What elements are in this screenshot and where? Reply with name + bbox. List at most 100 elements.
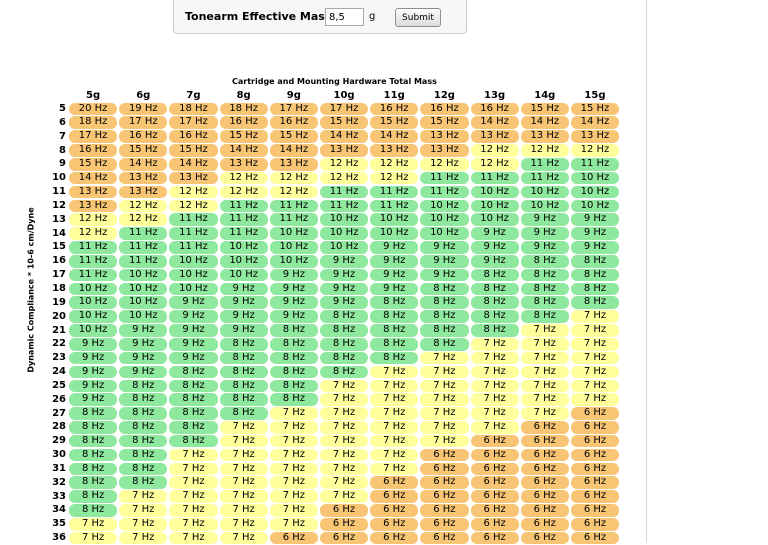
table-cell: 8 Hz (68, 476, 118, 490)
table-cell: 18 Hz (219, 102, 269, 116)
table-cell: 8 Hz (68, 448, 118, 462)
table-cell: 20 Hz (68, 102, 118, 116)
frequency-value: 10 Hz (69, 296, 118, 310)
table-cell: 16 Hz (369, 102, 419, 116)
frequency-value: 6 Hz (420, 462, 469, 476)
frequency-value: 9 Hz (219, 296, 268, 310)
frequency-value: 8 Hz (269, 379, 318, 393)
table-cell: 8 Hz (570, 282, 620, 296)
submit-button[interactable]: Submit (395, 8, 441, 27)
frequency-value: 14 Hz (520, 116, 569, 130)
frequency-value: 7 Hz (169, 462, 218, 476)
row-header: 23 (52, 352, 66, 364)
table-cell: 6 Hz (369, 517, 419, 531)
table-cell: 10 Hz (369, 213, 419, 227)
frequency-value: 9 Hz (470, 254, 519, 268)
frequency-value: 8 Hz (69, 476, 118, 489)
frequency-value: 17 Hz (119, 116, 168, 130)
table-cell: 12 Hz (369, 157, 419, 171)
row-header: 25 (52, 379, 66, 391)
frequency-value: 8 Hz (69, 462, 118, 476)
frequency-value: 7 Hz (219, 421, 268, 434)
table-cell: 7 Hz (168, 517, 218, 531)
frequency-value: 11 Hz (169, 241, 218, 254)
column-header: 13g (484, 90, 506, 101)
table-cell: 14 Hz (269, 144, 319, 158)
table-cell: 8 Hz (419, 282, 469, 296)
frequency-value: 11 Hz (169, 213, 218, 226)
frequency-value: 11 Hz (370, 199, 419, 213)
table-cell: 6 Hz (470, 490, 520, 504)
row-header: 9 (59, 158, 66, 170)
table-cell: 7 Hz (570, 365, 620, 379)
frequency-value: 10 Hz (119, 268, 168, 282)
table-cell: 16 Hz (219, 116, 269, 130)
table-cell: 7 Hz (369, 365, 419, 379)
frequency-value: 9 Hz (520, 213, 569, 226)
frequency-value: 10 Hz (69, 310, 118, 323)
table-cell: 7 Hz (219, 476, 269, 490)
frequency-value: 7 Hz (269, 490, 318, 503)
tonearm-mass-input[interactable] (325, 8, 364, 26)
table-cell: 7 Hz (319, 434, 369, 448)
table-cell: 8 Hz (68, 407, 118, 421)
frequency-value: 9 Hz (119, 365, 168, 379)
table-cell: 8 Hz (168, 365, 218, 379)
frequency-value: 10 Hz (219, 268, 268, 282)
frequency-value: 6 Hz (470, 504, 519, 517)
table-cell: 16 Hz (168, 130, 218, 144)
frequency-value: 6 Hz (370, 490, 419, 503)
frequency-value: 11 Hz (269, 213, 318, 226)
table-cell: 14 Hz (570, 116, 620, 130)
frequency-value: 7 Hz (470, 351, 519, 365)
table-cell: 7 Hz (419, 407, 469, 421)
table-cell: 11 Hz (269, 199, 319, 213)
table-cell: 8 Hz (219, 337, 269, 351)
table-cell: 10 Hz (118, 296, 168, 310)
frequency-value: 8 Hz (269, 393, 318, 406)
frequency-value: 6 Hz (520, 462, 569, 476)
table-cell: 10 Hz (219, 254, 269, 268)
table-cell: 11 Hz (68, 240, 118, 254)
table-cell: 8 Hz (570, 296, 620, 310)
frequency-value: 9 Hz (370, 268, 419, 282)
table-cell: 7 Hz (118, 490, 168, 504)
table-cell: 7 Hz (419, 420, 469, 434)
table-cell: 12 Hz (168, 185, 218, 199)
frequency-value: 7 Hz (470, 421, 519, 434)
frequency-value: 6 Hz (520, 476, 569, 489)
table-cell: 8 Hz (269, 365, 319, 379)
frequency-value: 8 Hz (169, 434, 218, 448)
frequency-value: 8 Hz (219, 365, 268, 379)
table-cell: 9 Hz (470, 254, 520, 268)
frequency-value: 6 Hz (319, 504, 369, 517)
frequency-value: 9 Hz (269, 268, 318, 282)
frequency-value: 7 Hz (119, 490, 168, 503)
frequency-value: 6 Hz (570, 476, 620, 489)
frequency-value: 9 Hz (520, 227, 569, 240)
table-cell: 18 Hz (68, 116, 118, 130)
table-cell: 7 Hz (369, 434, 419, 448)
frequency-value: 6 Hz (420, 490, 469, 503)
frequency-value: 9 Hz (420, 268, 469, 282)
table-cell: 15 Hz (419, 116, 469, 130)
row-header: 29 (52, 435, 66, 447)
frequency-value: 6 Hz (319, 517, 369, 531)
frequency-value: 9 Hz (119, 337, 168, 351)
table-cell: 8 Hz (319, 310, 369, 324)
frequency-value: 8 Hz (370, 324, 419, 337)
tonearm-form: Tonearm Effective Mass g Submit (173, 0, 467, 34)
frequency-value: 15 Hz (370, 116, 419, 130)
frequency-value: 7 Hz (570, 310, 620, 323)
table-cell: 13 Hz (570, 130, 620, 144)
table-cell: 11 Hz (168, 240, 218, 254)
frequency-value: 11 Hz (420, 171, 469, 185)
column-header: 11g (383, 90, 405, 101)
table-row: 11 13 Hz 13 Hz 12 Hz 12 Hz 12 Hz 11 Hz 11 Hz 11 … (47, 185, 620, 199)
frequency-value: 8 Hz (169, 407, 218, 420)
frequency-value: 10 Hz (420, 213, 469, 226)
frequency-value: 7 Hz (520, 337, 569, 351)
table-cell: 8 Hz (219, 351, 269, 365)
frequency-value: 8 Hz (520, 268, 569, 282)
table-cell: 7 Hz (520, 351, 570, 365)
